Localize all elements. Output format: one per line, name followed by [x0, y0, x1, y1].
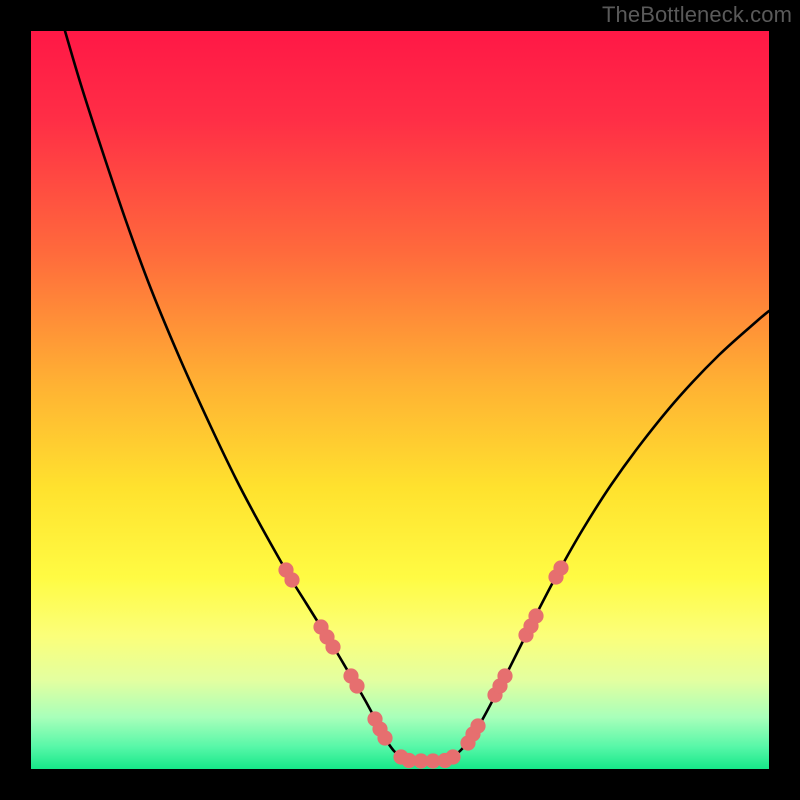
curve-dot: [497, 668, 512, 683]
curve-dot: [445, 749, 460, 764]
curve-dot: [528, 608, 543, 623]
curve-dot: [377, 730, 392, 745]
chart-frame: [31, 31, 769, 769]
curve-dot: [470, 718, 485, 733]
curve-dots: [278, 560, 568, 768]
chart-svg: [31, 31, 769, 769]
bottleneck-curve: [65, 31, 769, 761]
watermark-text: TheBottleneck.com: [602, 2, 792, 28]
curve-dot: [349, 678, 364, 693]
curve-dot: [284, 572, 299, 587]
curve-dot: [325, 639, 340, 654]
curve-dot: [553, 560, 568, 575]
